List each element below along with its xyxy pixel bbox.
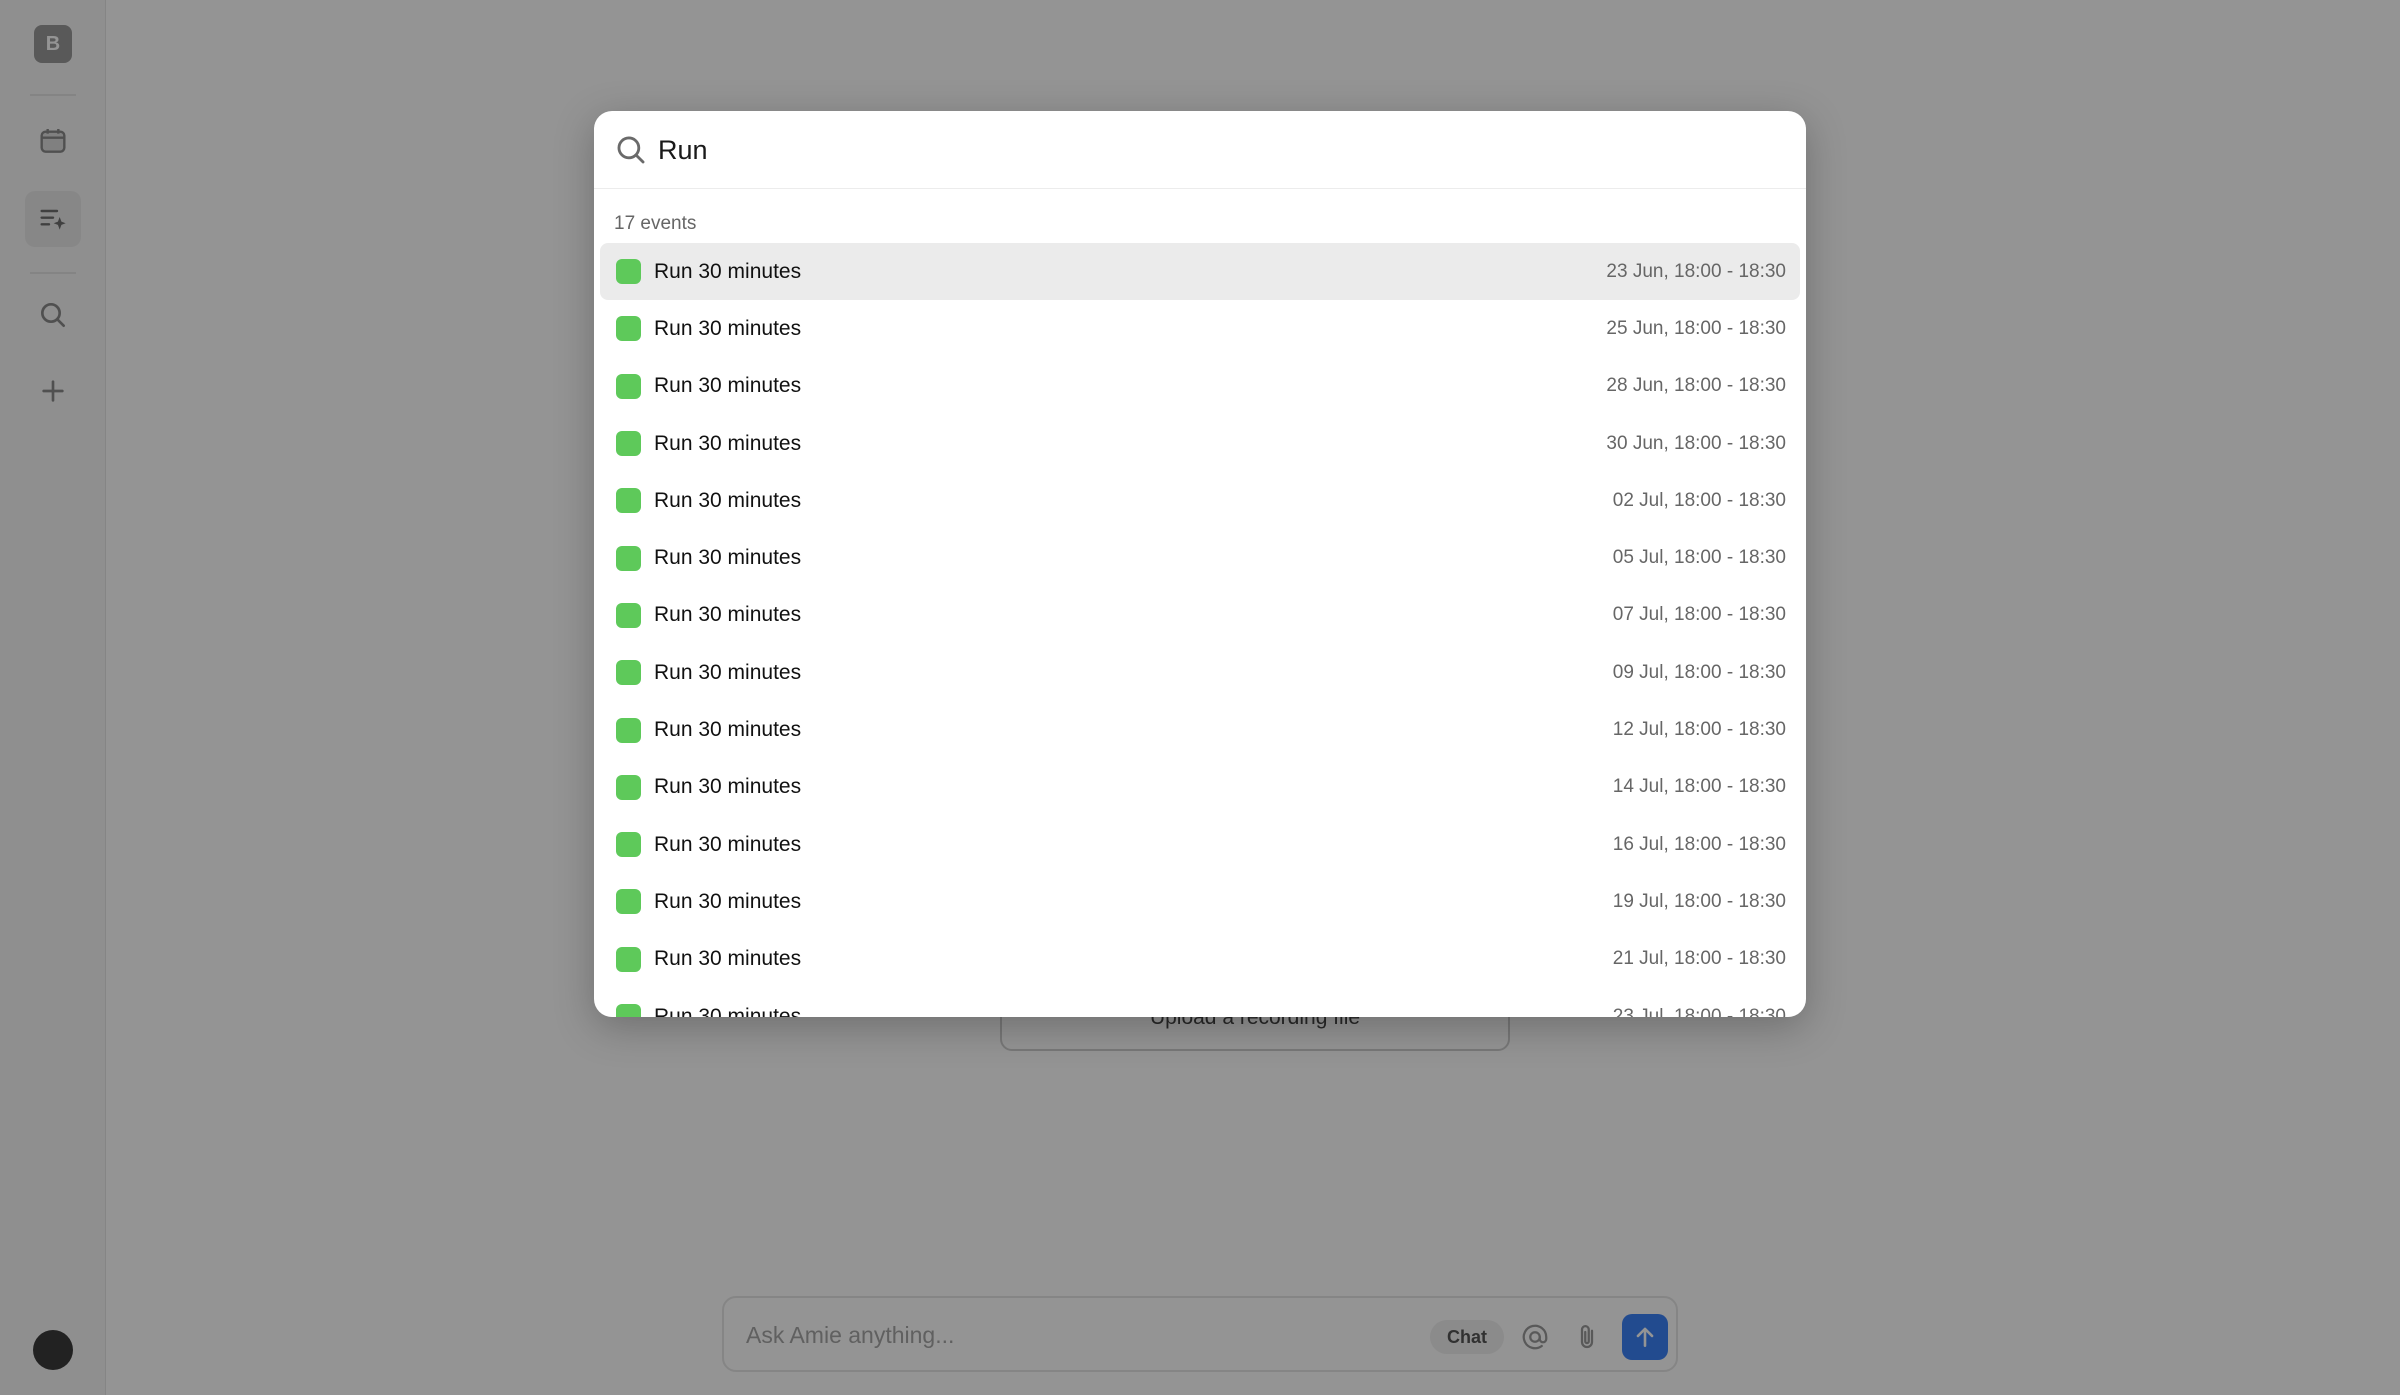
- results-list: Run 30 minutes 23 Jun, 18:00 - 18:30 Run 3…: [600, 243, 1800, 1017]
- event-time: 30 Jun, 18:00 - 18:30: [1606, 432, 1786, 454]
- event-title: Run 30 minutes: [654, 431, 802, 455]
- event-result-row[interactable]: Run 30 minutes 05 Jul, 18:00 - 18:30: [600, 529, 1800, 586]
- event-time: 23 Jun, 18:00 - 18:30: [1606, 260, 1786, 282]
- event-time: 28 Jun, 18:00 - 18:30: [1606, 375, 1786, 397]
- search-input[interactable]: [658, 129, 1758, 171]
- event-title: Run 30 minutes: [654, 1004, 802, 1018]
- event-result-row[interactable]: Run 30 minutes 30 Jun, 18:00 - 18:30: [600, 415, 1800, 472]
- event-result-row[interactable]: Run 30 minutes 12 Jul, 18:00 - 18:30: [600, 701, 1800, 758]
- search-icon: [617, 136, 645, 164]
- event-title: Run 30 minutes: [654, 889, 802, 913]
- event-title: Run 30 minutes: [654, 546, 802, 570]
- event-result-row[interactable]: Run 30 minutes 25 Jun, 18:00 - 18:30: [600, 300, 1800, 357]
- event-result-row[interactable]: Run 30 minutes 19 Jul, 18:00 - 18:30: [600, 873, 1800, 930]
- event-time: 14 Jul, 18:00 - 18:30: [1612, 776, 1786, 798]
- event-time: 02 Jul, 18:00 - 18:30: [1612, 489, 1786, 511]
- event-color-swatch: [616, 889, 641, 915]
- event-time: 07 Jul, 18:00 - 18:30: [1612, 604, 1786, 626]
- event-result-row[interactable]: Run 30 minutes 21 Jul, 18:00 - 18:30: [600, 931, 1800, 988]
- event-title: Run 30 minutes: [654, 718, 802, 742]
- event-time: 12 Jul, 18:00 - 18:30: [1612, 719, 1786, 741]
- event-time: 05 Jul, 18:00 - 18:30: [1612, 547, 1786, 569]
- result-count: 17 events: [614, 213, 697, 234]
- event-title: Run 30 minutes: [654, 488, 802, 512]
- event-time: 21 Jul, 18:00 - 18:30: [1612, 948, 1786, 970]
- event-color-swatch: [616, 488, 641, 514]
- event-color-swatch: [616, 431, 641, 457]
- event-color-swatch: [616, 373, 641, 399]
- event-result-row[interactable]: Run 30 minutes 07 Jul, 18:00 - 18:30: [600, 587, 1800, 644]
- event-color-swatch: [616, 259, 641, 285]
- event-title: Run 30 minutes: [654, 660, 802, 684]
- event-color-swatch: [616, 832, 641, 858]
- event-result-row[interactable]: Run 30 minutes 23 Jun, 18:00 - 18:30: [600, 243, 1800, 301]
- event-result-row[interactable]: Run 30 minutes 02 Jul, 18:00 - 18:30: [600, 472, 1800, 529]
- event-time: 23 Jul, 18:00 - 18:30: [1612, 1005, 1786, 1018]
- search-modal: 17 events Run 30 minutes 23 Jun, 18:00 - …: [594, 111, 1806, 1017]
- event-color-swatch: [616, 946, 641, 972]
- event-color-swatch: [616, 316, 641, 342]
- event-color-swatch: [616, 1004, 641, 1017]
- event-color-swatch: [616, 774, 641, 800]
- event-title: Run 30 minutes: [654, 832, 802, 856]
- event-result-row[interactable]: Run 30 minutes 09 Jul, 18:00 - 18:30: [600, 644, 1800, 701]
- event-color-swatch: [616, 545, 641, 571]
- event-title: Run 30 minutes: [654, 316, 802, 340]
- event-time: 16 Jul, 18:00 - 18:30: [1612, 833, 1786, 855]
- event-title: Run 30 minutes: [654, 775, 802, 799]
- event-title: Run 30 minutes: [654, 259, 802, 283]
- event-result-row[interactable]: Run 30 minutes 28 Jun, 18:00 - 18:30: [600, 358, 1800, 415]
- search-bar: [594, 111, 1806, 189]
- event-title: Run 30 minutes: [654, 374, 802, 398]
- event-color-swatch: [616, 717, 641, 743]
- event-color-swatch: [616, 602, 641, 628]
- event-title: Run 30 minutes: [654, 947, 802, 971]
- event-time: 09 Jul, 18:00 - 18:30: [1612, 661, 1786, 683]
- event-time: 19 Jul, 18:00 - 18:30: [1612, 890, 1786, 912]
- event-result-row[interactable]: Run 30 minutes 14 Jul, 18:00 - 18:30: [600, 759, 1800, 816]
- event-result-row[interactable]: Run 30 minutes 16 Jul, 18:00 - 18:30: [600, 816, 1800, 873]
- event-title: Run 30 minutes: [654, 603, 802, 627]
- event-result-row[interactable]: Run 30 minutes 23 Jul, 18:00 - 18:30: [600, 988, 1800, 1017]
- event-color-swatch: [616, 660, 641, 686]
- event-time: 25 Jun, 18:00 - 18:30: [1606, 317, 1786, 339]
